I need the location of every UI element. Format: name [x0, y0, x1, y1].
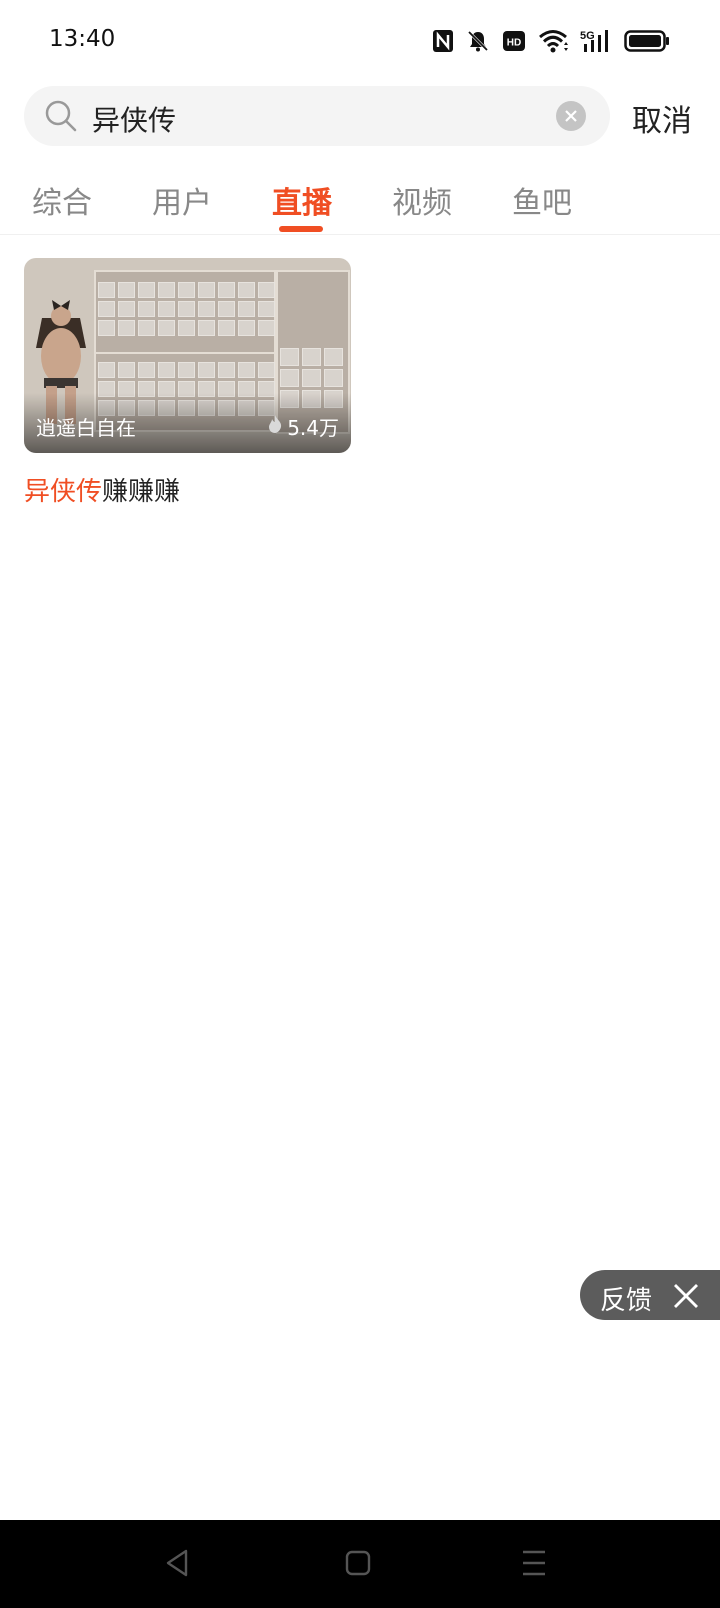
tab-videos[interactable]: 视频 — [392, 178, 452, 222]
back-icon[interactable] — [164, 1548, 190, 1582]
status-time: 13:40 — [49, 26, 116, 52]
stream-title-rest: 赚赚赚 — [102, 477, 181, 507]
status-icons: HD 5G — [432, 26, 670, 56]
stream-title[interactable]: 异侠传赚赚赚 — [24, 471, 351, 508]
hd-icon-text: HD — [507, 38, 521, 49]
thumbnail-inventory-grid — [98, 282, 275, 336]
battery-icon — [624, 29, 670, 53]
tab-fish-bar[interactable]: 鱼吧 — [512, 178, 572, 222]
stream-title-highlight: 异侠传 — [24, 477, 103, 507]
mute-icon — [466, 29, 490, 53]
wifi-icon — [538, 29, 568, 53]
search-input[interactable]: 异侠传 — [92, 99, 176, 139]
streamer-name: 逍遥白自在 — [36, 416, 136, 440]
close-icon[interactable] — [672, 1282, 700, 1314]
tab-live[interactable]: 直播 — [272, 178, 332, 222]
clear-search-icon[interactable] — [556, 101, 586, 131]
status-bar: 13:40 HD 5G — [0, 0, 720, 84]
feedback-button[interactable]: 反馈 — [580, 1270, 720, 1320]
tab-all[interactable]: 综合 — [32, 178, 92, 222]
stream-thumbnail[interactable]: 逍遥白自在 5.4万 — [24, 258, 351, 453]
cancel-button[interactable]: 取消 — [632, 96, 692, 140]
active-tab-indicator — [279, 226, 323, 232]
feedback-label: 反馈 — [600, 1286, 653, 1316]
system-nav-bar — [0, 1520, 720, 1608]
flame-icon — [267, 414, 283, 439]
tab-users[interactable]: 用户 — [152, 178, 212, 222]
search-icon — [44, 99, 78, 137]
viewer-count-text: 5.4万 — [287, 416, 339, 440]
menu-icon[interactable] — [520, 1548, 548, 1582]
category-tabs: 综合 用户 直播 视频 鱼吧 — [0, 168, 720, 235]
search-box[interactable]: 异侠传 — [24, 86, 610, 146]
5g-signal-icon: 5G — [580, 28, 612, 54]
hd-icon: HD — [502, 30, 526, 52]
viewer-count: 5.4万 — [267, 412, 339, 441]
home-icon[interactable] — [344, 1548, 372, 1582]
nfc-icon — [432, 29, 454, 53]
live-stream-card[interactable]: 逍遥白自在 5.4万 异侠传赚赚赚 — [24, 258, 351, 508]
